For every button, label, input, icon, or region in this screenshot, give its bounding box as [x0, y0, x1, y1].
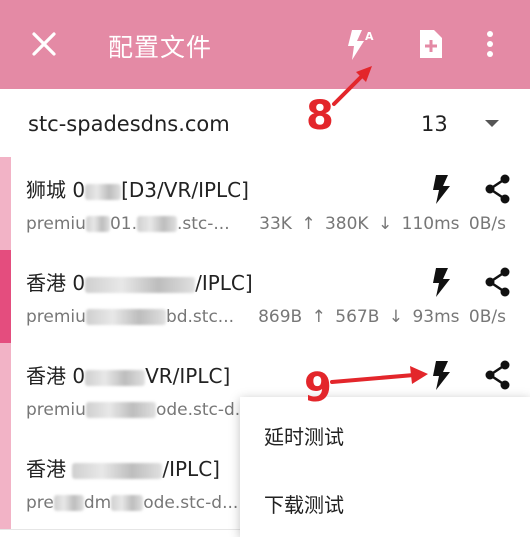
group-count: 13: [421, 112, 448, 136]
server-host: pre dm ode.stc-d...: [26, 493, 239, 513]
svg-text:A: A: [365, 30, 374, 43]
latency-test-icon[interactable]: [428, 357, 458, 393]
server-stats: 869B ↑ 567B ↓ 93ms 0B/s: [258, 307, 506, 327]
server-name: 香港 /IPLC]: [26, 457, 220, 481]
item-bar: [0, 436, 11, 529]
server-stats: 33K ↑ 380K ↓ 110ms 0B/s: [259, 214, 506, 234]
latency-test-icon[interactable]: [428, 171, 458, 207]
server-item[interactable]: 狮城 0 [D3/VR/IPLC] premiu 01. .stc-... 33K ↑…: [0, 157, 530, 251]
server-name: 狮城 0 [D3/VR/IPLC]: [26, 178, 249, 202]
page-title: 配置文件: [108, 33, 213, 62]
annotation-arrow-8: [332, 66, 372, 106]
server-name: 香港 0 VR/IPLC]: [26, 364, 231, 388]
item-bar: [0, 343, 11, 436]
annotation-label-9: 9: [304, 365, 332, 411]
flash-auto-icon[interactable]: A: [340, 26, 376, 62]
server-host: premiu ode.stc-d...: [26, 400, 251, 420]
test-popup-menu: 延时测试 下载测试: [240, 397, 530, 537]
more-vertical-icon[interactable]: [478, 26, 514, 62]
item-bar: [0, 250, 11, 343]
group-selector[interactable]: stc-spadesdns.com 13: [0, 89, 530, 158]
share-icon[interactable]: [483, 171, 513, 207]
app-bar: 配置文件 A: [0, 0, 530, 89]
menu-item-latency-test[interactable]: 延时测试: [264, 421, 344, 450]
latency-test-icon[interactable]: [428, 264, 458, 300]
new-file-icon[interactable]: [415, 26, 451, 62]
menu-item-download-test[interactable]: 下载测试: [264, 489, 344, 518]
share-icon[interactable]: [483, 264, 513, 300]
share-icon[interactable]: [483, 357, 513, 393]
server-host: premiu 01. .stc-...: [26, 214, 230, 234]
group-name: stc-spadesdns.com: [28, 112, 230, 136]
item-bar: [0, 157, 11, 250]
annotation-arrow-9: [330, 366, 428, 384]
dropdown-arrow-icon[interactable]: [482, 118, 502, 130]
server-host: premiu bd.stc...: [26, 307, 235, 327]
server-item[interactable]: 香港 0/IPLC] premiu bd.stc... 869B ↑ 567B ↓…: [0, 250, 530, 344]
close-icon[interactable]: [26, 26, 62, 62]
server-name: 香港 0/IPLC]: [26, 271, 253, 295]
